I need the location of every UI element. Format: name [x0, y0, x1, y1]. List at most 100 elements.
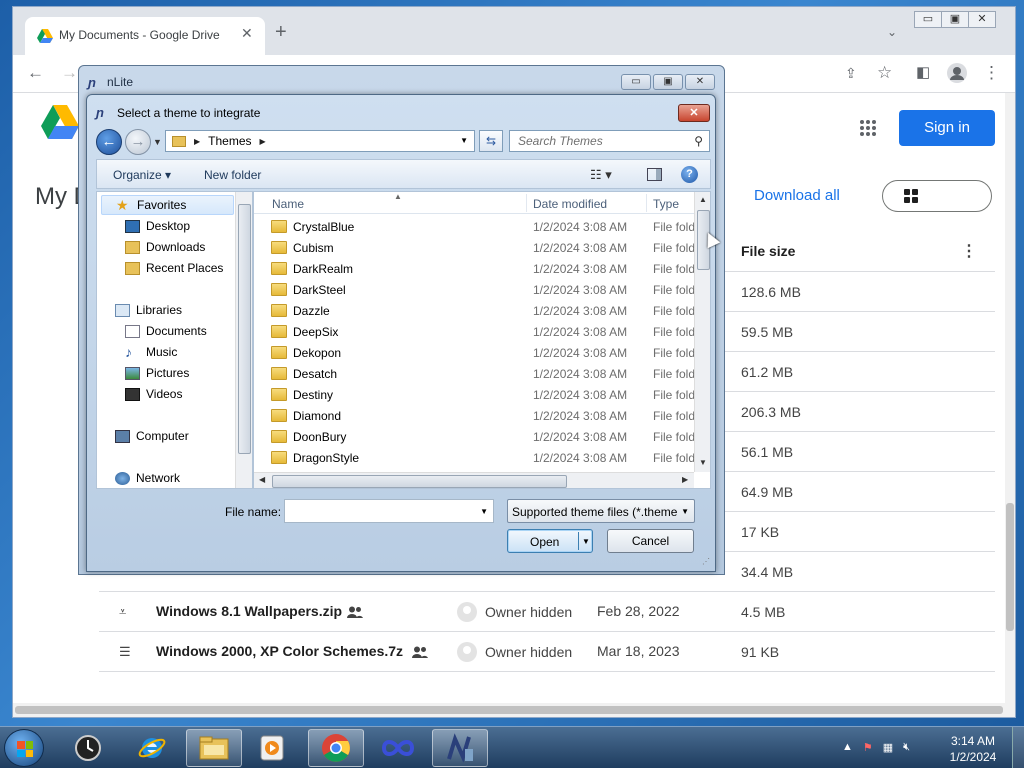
scrollbar-thumb[interactable]: [15, 706, 1003, 714]
column-header-type[interactable]: Type: [653, 197, 679, 211]
file-type-select[interactable]: Supported theme files (*.theme ▼: [507, 499, 695, 523]
nav-item-music[interactable]: ♪ Music: [125, 345, 177, 360]
taskbar-internet-explorer[interactable]: [124, 729, 180, 767]
vertical-scrollbar[interactable]: [1005, 93, 1015, 717]
list-item[interactable]: Destiny 1/2/2024 3:08 AM File folder: [254, 384, 695, 405]
side-panel-icon[interactable]: ◧: [916, 63, 930, 83]
taskbar-media-player[interactable]: [244, 729, 300, 767]
column-header-name[interactable]: Name: [272, 197, 304, 211]
list-item[interactable]: Dekopon 1/2/2024 3:08 AM File folder: [254, 342, 695, 363]
start-button[interactable]: [4, 729, 44, 767]
list-item[interactable]: DarkSteel 1/2/2024 3:08 AM File folder: [254, 279, 695, 300]
breadcrumb-arrow-icon[interactable]: ▶: [194, 137, 200, 146]
share-icon[interactable]: ⇪: [845, 63, 857, 83]
taskbar-file-explorer[interactable]: [186, 729, 242, 767]
breadcrumb-arrow-icon[interactable]: ▶: [260, 137, 266, 146]
organize-button[interactable]: Organize ▾: [113, 168, 171, 182]
nlite-maximize-button[interactable]: ▣: [653, 74, 683, 90]
list-item[interactable]: DeepSix 1/2/2024 3:08 AM File folder: [254, 321, 695, 342]
list-item[interactable]: DarkRealm 1/2/2024 3:08 AM File folder: [254, 258, 695, 279]
tab-google-drive[interactable]: My Documents - Google Drive ✕: [25, 17, 265, 55]
file-type-dropdown-icon[interactable]: ▼: [681, 507, 689, 516]
taskbar-infinity-app[interactable]: [370, 729, 426, 767]
google-apps-icon[interactable]: [859, 119, 877, 137]
nlite-minimize-button[interactable]: ▭: [621, 74, 651, 90]
new-tab-button[interactable]: +: [275, 22, 287, 42]
address-dropdown-icon[interactable]: ▼: [460, 136, 468, 145]
scroll-right-arrow-icon[interactable]: ▶: [682, 475, 688, 484]
nav-item-videos[interactable]: Videos: [125, 387, 182, 401]
taskbar-clock[interactable]: 3:14 AM 1/2/2024: [940, 733, 1006, 765]
nav-item-network[interactable]: Network: [115, 471, 180, 485]
open-button[interactable]: Open ▼: [507, 529, 593, 553]
help-icon[interactable]: ?: [681, 166, 698, 183]
list-item[interactable]: CrystalBlue 1/2/2024 3:08 AM File folder: [254, 216, 695, 237]
list-item[interactable]: Diamond 1/2/2024 3:08 AM File folder: [254, 405, 695, 426]
forward-arrow-icon[interactable]: →: [61, 63, 78, 83]
list-item[interactable]: Desatch 1/2/2024 3:08 AM File folder: [254, 363, 695, 384]
nav-item-favorites[interactable]: ★ Favorites: [101, 195, 234, 215]
recent-locations-chevron-icon[interactable]: ▼: [153, 137, 162, 147]
forward-button[interactable]: →: [125, 129, 151, 155]
close-button[interactable]: ✕: [968, 11, 996, 28]
list-item[interactable]: DoonBury 1/2/2024 3:08 AM File folder: [254, 426, 695, 447]
sign-in-button[interactable]: Sign in: [899, 110, 995, 146]
scroll-left-arrow-icon[interactable]: ◀: [259, 475, 265, 484]
back-arrow-icon[interactable]: ←: [27, 63, 44, 83]
nav-item-documents[interactable]: Documents: [125, 324, 207, 338]
horizontal-scrollbar[interactable]: [13, 703, 1015, 717]
change-view-icon[interactable]: ☷ ▾: [590, 167, 612, 183]
minimize-button[interactable]: ▭: [914, 11, 942, 28]
scroll-down-arrow-icon[interactable]: ▼: [699, 458, 707, 467]
scrollbar-thumb[interactable]: [1006, 503, 1014, 631]
scroll-up-arrow-icon[interactable]: ▲: [699, 195, 707, 204]
download-all-button[interactable]: Download all: [754, 187, 840, 204]
file-name-input[interactable]: ▼: [284, 499, 494, 523]
bookmark-star-icon[interactable]: ☆: [877, 63, 892, 83]
browser-menu-icon[interactable]: ⋮: [983, 63, 1000, 83]
more-options-icon[interactable]: ⋮: [961, 241, 977, 261]
maximize-button[interactable]: ▣: [941, 11, 969, 28]
cancel-button[interactable]: Cancel: [607, 529, 694, 553]
nav-item-downloads[interactable]: Downloads: [125, 240, 205, 254]
scrollbar-thumb[interactable]: [272, 475, 567, 488]
search-input[interactable]: Search Themes ⚲: [509, 130, 710, 152]
new-folder-button[interactable]: New folder: [204, 168, 261, 182]
taskbar-nlite[interactable]: [432, 729, 488, 767]
nlite-close-button[interactable]: ✕: [685, 74, 715, 90]
file-name-dropdown-icon[interactable]: ▼: [480, 507, 488, 516]
breadcrumb-themes[interactable]: Themes: [208, 134, 251, 148]
tab-close-icon[interactable]: ✕: [241, 25, 253, 42]
column-divider[interactable]: [526, 194, 527, 212]
scrollbar-thumb[interactable]: [238, 204, 251, 454]
table-row[interactable]: ⩡ Windows 8.1 Wallpapers.zip Owner hidde…: [99, 592, 995, 632]
grid-view-button[interactable]: [883, 181, 938, 211]
column-divider[interactable]: [646, 194, 647, 212]
file-list-horizontal-scrollbar[interactable]: ◀ ▶: [254, 472, 694, 488]
nav-item-recent-places[interactable]: Recent Places: [125, 261, 223, 275]
nav-item-pictures[interactable]: Pictures: [125, 366, 189, 380]
taskbar-clock-app[interactable]: [60, 729, 116, 767]
open-options-dropdown-icon[interactable]: ▼: [582, 537, 590, 546]
search-icon[interactable]: ⚲: [694, 134, 703, 148]
nav-pane-scrollbar[interactable]: [235, 192, 252, 488]
tab-search-chevron-icon[interactable]: ⌄: [887, 25, 897, 39]
show-hidden-icons-chevron-icon[interactable]: ▲: [842, 741, 853, 754]
network-status-icon[interactable]: ▦: [883, 741, 893, 754]
list-item[interactable]: Dazzle 1/2/2024 3:08 AM File folder: [254, 300, 695, 321]
column-header-date[interactable]: Date modified: [533, 197, 607, 211]
address-bar[interactable]: ▶ Themes ▶ ▼: [165, 130, 475, 152]
nav-item-desktop[interactable]: Desktop: [125, 219, 190, 233]
resize-grip-icon[interactable]: ⋰: [702, 557, 710, 566]
refresh-button[interactable]: ⇆: [479, 130, 503, 152]
dialog-close-button[interactable]: ✕: [678, 104, 710, 122]
back-button[interactable]: ←: [96, 129, 122, 155]
table-row[interactable]: ☰ Windows 2000, XP Color Schemes.7z Owne…: [99, 632, 995, 672]
volume-muted-icon[interactable]: 🔇︎: [903, 741, 910, 754]
drive-logo-icon[interactable]: [41, 105, 79, 139]
profile-avatar-icon[interactable]: [947, 63, 967, 88]
preview-pane-icon[interactable]: [647, 168, 662, 181]
list-item[interactable]: DragonStyle 1/2/2024 3:08 AM File folder: [254, 447, 695, 468]
nav-item-libraries[interactable]: Libraries: [115, 303, 182, 317]
nav-item-computer[interactable]: Computer: [115, 429, 189, 443]
